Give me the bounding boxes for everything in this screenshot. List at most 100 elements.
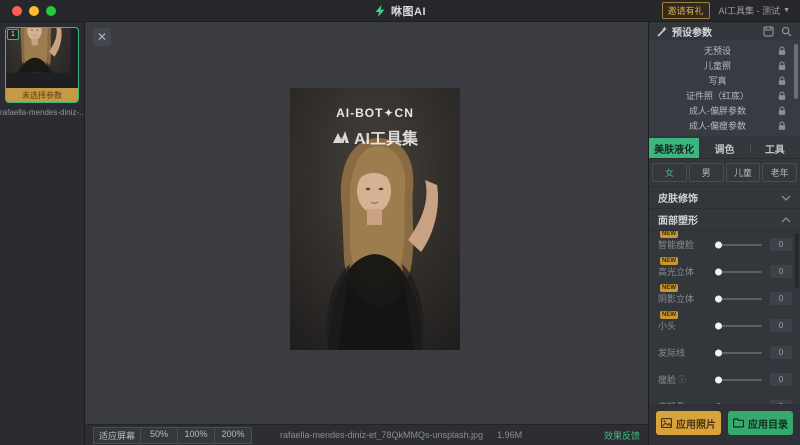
zoom-200-button[interactable]: 200%: [214, 427, 252, 444]
gender-tab[interactable]: 女: [652, 163, 687, 182]
info-icon[interactable]: ⓘ: [678, 374, 686, 385]
slider-label: 发际线: [658, 346, 685, 359]
slider-scrollbar[interactable]: [795, 233, 799, 288]
preset-scrollbar[interactable]: [794, 44, 798, 99]
zoom-100-button[interactable]: 100%: [177, 427, 215, 444]
right-panel: 预设参数 无预设儿童照写真证件照（红底）成人-偏胖参数成人-偏瘦参数 美肤液化调…: [648, 22, 800, 445]
slider-track[interactable]: [716, 271, 762, 273]
zoom-controls: 适应屏幕 50% 100% 200%: [93, 427, 252, 444]
tab-inactive[interactable]: 工具: [750, 138, 800, 158]
slider-label: 小头: [658, 319, 676, 332]
manage-presets-icon[interactable]: [763, 26, 774, 37]
lock-icon: [778, 61, 786, 70]
lock-icon: [778, 91, 786, 100]
slider-track[interactable]: [716, 325, 762, 327]
slider-row: NEW高光立体0: [649, 258, 800, 285]
app-title: 咻图AI: [391, 3, 426, 19]
zoom-50-button[interactable]: 50%: [140, 427, 178, 444]
slider-value[interactable]: 0: [770, 238, 792, 251]
chevron-down-icon: [781, 195, 791, 201]
photo-thumbnail[interactable]: 1 未选择参数: [5, 27, 79, 103]
gender-tab[interactable]: 儿童: [726, 163, 761, 182]
slider-track[interactable]: [716, 352, 762, 354]
slider-value[interactable]: 0: [770, 373, 792, 386]
preset-panel-title: 预设参数: [672, 24, 712, 39]
new-badge: NEW: [660, 230, 678, 238]
preview-image: [290, 88, 460, 350]
slider-row: NEW小头 0: [649, 312, 800, 339]
preset-item[interactable]: 成人-偏瘦参数: [649, 118, 800, 133]
slider-label: 瘦脸: [658, 373, 676, 386]
gender-tab[interactable]: 男: [689, 163, 724, 182]
slider-thumb[interactable]: [715, 268, 722, 275]
apply-folder-button[interactable]: 应用目录: [728, 411, 793, 435]
slider-thumb[interactable]: [715, 403, 722, 404]
slider-value[interactable]: 0: [770, 346, 792, 359]
slider-track[interactable]: [716, 244, 762, 246]
gender-tab[interactable]: 老年: [762, 163, 797, 182]
slider-thumb[interactable]: [715, 241, 722, 248]
preset-item[interactable]: 儿童照: [649, 58, 800, 73]
slider-label: 智能瘦脸: [658, 238, 694, 251]
slider-value[interactable]: 0: [770, 292, 792, 305]
workspace-label: AI工具集 - 测试: [719, 4, 781, 17]
app-logo-icon: [374, 5, 386, 17]
slider-track[interactable]: [716, 379, 762, 381]
close-image-button[interactable]: ✕: [93, 28, 111, 46]
statusbar: 适应屏幕 50% 100% 200% rafaella-mendes-diniz…: [85, 425, 648, 445]
tool-sections: 皮肤修饰面部塑形: [649, 186, 800, 230]
preset-item[interactable]: 写真: [649, 73, 800, 88]
slider-value[interactable]: 0: [770, 400, 792, 404]
thumbnail-index-badge: 1: [7, 29, 19, 40]
slider-value[interactable]: 0: [770, 319, 792, 332]
slider-thumb[interactable]: [715, 349, 722, 356]
new-badge: NEW: [660, 311, 678, 319]
status-filename: rafaella-mendes-diniz-et_78QkMMQs-unspla…: [280, 430, 483, 440]
magic-wand-icon: [657, 26, 668, 37]
app-window: 咻图AI 邀请有礼 AI工具集 - 测试 ▼ 1 未选择参数 rafaella-…: [0, 0, 800, 445]
slider-list: NEW智能瘦脸0NEW高光立体0NEW阴影立体0NEW小头0发际线0瘦脸ⓘ0瘦颧…: [649, 230, 800, 404]
slider-track[interactable]: [716, 298, 762, 300]
status-filesize: 1.96M: [497, 430, 522, 440]
preset-item[interactable]: 成人-偏胖参数: [649, 103, 800, 118]
search-presets-icon[interactable]: [781, 26, 792, 37]
slider-row: 发际线 0: [649, 339, 800, 366]
section-label: 皮肤修饰: [658, 190, 698, 205]
slider-thumb[interactable]: [715, 322, 722, 329]
new-badge: NEW: [660, 257, 678, 265]
minimize-window-button[interactable]: [29, 6, 39, 16]
lock-icon: [778, 46, 786, 55]
slider-thumb[interactable]: [715, 376, 722, 383]
preset-item[interactable]: 无预设: [649, 43, 800, 58]
apply-photo-button[interactable]: 应用照片: [656, 411, 721, 435]
slider-label: 瘦颧骨: [658, 400, 685, 404]
section-header[interactable]: 皮肤修饰: [649, 186, 800, 208]
tab-inactive[interactable]: 调色: [699, 138, 749, 158]
close-window-button[interactable]: [12, 6, 22, 16]
invite-button[interactable]: 邀请有礼: [662, 2, 710, 19]
folder-icon: [733, 418, 744, 428]
feedback-link[interactable]: 效果反馈: [604, 429, 640, 442]
lock-icon: [778, 121, 786, 130]
maximize-window-button[interactable]: [46, 6, 56, 16]
slider-value[interactable]: 0: [770, 265, 792, 278]
chevron-up-icon: [781, 217, 791, 223]
preset-item[interactable]: 证件照（红底）: [649, 88, 800, 103]
section-header[interactable]: 面部塑形: [649, 208, 800, 230]
new-badge: NEW: [660, 284, 678, 292]
editor-canvas[interactable]: ✕ AI-BOT✦CN AI工具集: [85, 22, 648, 425]
workspace-selector[interactable]: AI工具集 - 测试 ▼: [719, 4, 790, 17]
apply-photo-label: 应用照片: [676, 416, 716, 431]
lock-icon: [778, 106, 786, 115]
fit-screen-button[interactable]: 适应屏幕: [93, 427, 141, 444]
feature-tabs: 美肤液化调色工具: [649, 138, 800, 159]
thumbnail-filename: rafaella-mendes-diniz-...: [0, 108, 84, 117]
slider-row: 瘦颧骨 0: [649, 393, 800, 404]
slider-label: 阴影立体: [658, 292, 694, 305]
thumbnail-status-banner: 未选择参数: [6, 88, 78, 102]
slider-row: NEW阴影立体 0: [649, 285, 800, 312]
photo-list-sidebar: 1 未选择参数 rafaella-mendes-diniz-...: [0, 22, 85, 445]
tab-active[interactable]: 美肤液化: [649, 138, 699, 158]
slider-thumb[interactable]: [715, 295, 722, 302]
chevron-down-icon: ▼: [783, 7, 790, 14]
